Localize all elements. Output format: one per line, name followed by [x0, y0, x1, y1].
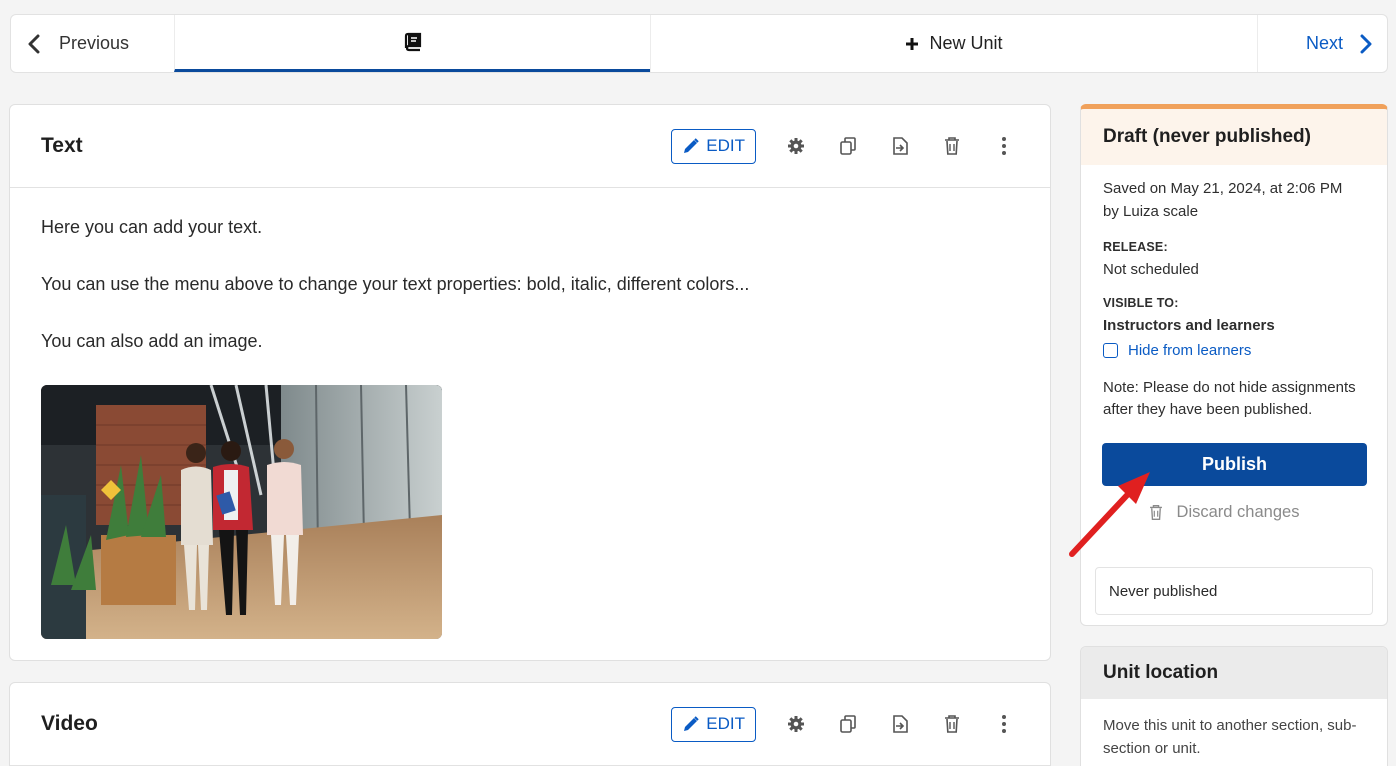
- text-component: Text EDIT Here you can add your text. Yo…: [9, 104, 1051, 661]
- checkbox-icon[interactable]: [1103, 343, 1118, 358]
- text-paragraph: You can use the menu above to change you…: [41, 274, 750, 294]
- next-label: Next: [1305, 33, 1343, 53]
- visible-to-value: Instructors and learners: [1103, 317, 1275, 334]
- edit-button[interactable]: EDIT: [671, 706, 756, 742]
- move-button[interactable]: [874, 706, 926, 742]
- hide-from-learners-checkbox[interactable]: Hide from learners: [1103, 342, 1365, 359]
- pencil-icon: [684, 138, 699, 153]
- release-label: RELEASE:: [1103, 240, 1168, 254]
- chevron-left-icon: [28, 34, 40, 53]
- visible-to-label: VISIBLE TO:: [1103, 296, 1179, 310]
- new-unit-label: New Unit: [929, 33, 1003, 53]
- more-vertical-icon: [1002, 137, 1006, 155]
- new-unit-button[interactable]: New Unit: [650, 15, 1257, 72]
- edit-label: EDIT: [706, 714, 745, 733]
- saved-by: by Luiza scale: [1103, 203, 1199, 220]
- component-title: Video: [41, 712, 98, 735]
- annotation-arrow-icon: [1069, 472, 1150, 557]
- settings-button[interactable]: [770, 128, 822, 164]
- unit-location-title: Unit location: [1081, 647, 1387, 699]
- hide-note: Note: Please do not hide assignments aft…: [1103, 379, 1356, 418]
- move-icon: [893, 715, 908, 733]
- unit-navigation: Previous New Unit Next: [10, 14, 1388, 73]
- duplicate-button[interactable]: [822, 128, 874, 164]
- component-header: Text EDIT: [10, 105, 1050, 188]
- saved-info: Saved on May 21, 2024, at 2:06 PM by Lui…: [1103, 177, 1365, 223]
- text-paragraph: You can also add an image.: [41, 331, 263, 351]
- duplicate-icon: [840, 137, 856, 155]
- pencil-icon: [684, 716, 699, 731]
- office-photo: [41, 385, 442, 639]
- text-paragraph: Here you can add your text.: [41, 217, 263, 237]
- trash-icon: [945, 715, 959, 733]
- more-vertical-icon: [1002, 715, 1006, 733]
- component-header: Video EDIT: [10, 683, 1050, 766]
- gear-icon: [788, 138, 804, 154]
- gear-icon: [788, 716, 804, 732]
- trash-icon: [945, 137, 959, 155]
- edit-button[interactable]: EDIT: [671, 128, 756, 164]
- duplicate-icon: [840, 715, 856, 733]
- book-icon: [404, 32, 421, 52]
- more-options-button[interactable]: [978, 128, 1030, 164]
- duplicate-button[interactable]: [822, 706, 874, 742]
- move-button[interactable]: [874, 128, 926, 164]
- move-icon: [893, 137, 908, 155]
- next-button[interactable]: Next: [1257, 15, 1387, 72]
- settings-button[interactable]: [770, 706, 822, 742]
- publish-history: Never published: [1095, 567, 1373, 615]
- delete-button[interactable]: [926, 706, 978, 742]
- unit-location-description: Move this unit to another section, sub-s…: [1103, 717, 1357, 757]
- saved-timestamp: Saved on May 21, 2024, at 2:06 PM: [1103, 180, 1343, 197]
- hide-from-learners-label[interactable]: Hide from learners: [1128, 342, 1251, 359]
- previous-label: Previous: [59, 33, 130, 53]
- status-title: Draft (never published): [1081, 109, 1387, 165]
- edit-label: EDIT: [706, 136, 745, 155]
- plus-icon: [906, 37, 919, 50]
- previous-button[interactable]: Previous: [11, 15, 174, 72]
- tab-current-unit[interactable]: [174, 15, 650, 72]
- release-value: Not scheduled: [1103, 261, 1199, 278]
- delete-button[interactable]: [926, 128, 978, 164]
- chevron-right-icon: [1360, 34, 1372, 53]
- more-options-button[interactable]: [978, 706, 1030, 742]
- component-body: Here you can add your text. You can use …: [10, 188, 1050, 667]
- component-title: Text: [41, 134, 83, 157]
- discard-label: Discard changes: [1176, 503, 1300, 521]
- unit-location-panel: Unit location Move this unit to another …: [1080, 646, 1388, 766]
- video-component: Video EDIT: [9, 682, 1051, 766]
